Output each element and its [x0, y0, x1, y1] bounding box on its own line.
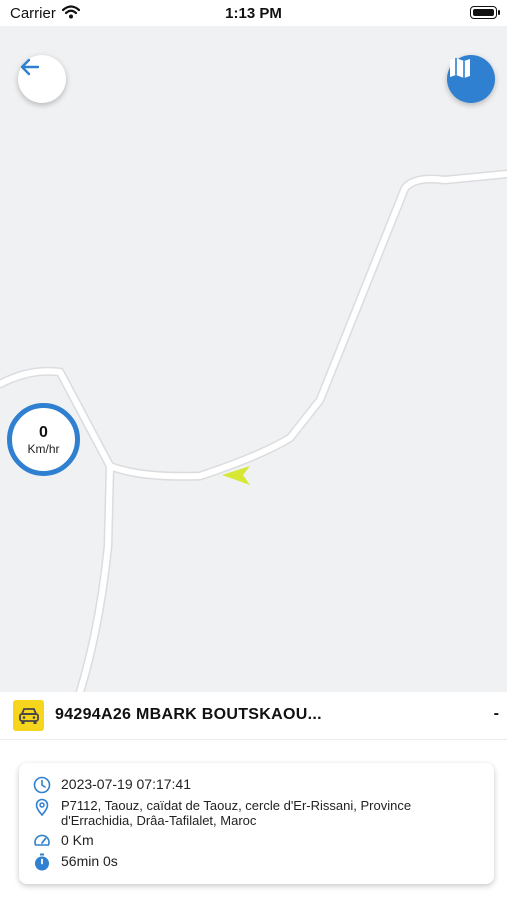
distance-row: 0 Km [33, 832, 94, 850]
trip-duration: 56min 0s [61, 853, 118, 869]
vehicle-name: 94294A26 MBARK BOUTSKAOU... [55, 706, 322, 723]
vehicle-header[interactable]: 94294A26 MBARK BOUTSKAOU... - [0, 692, 507, 740]
car-icon [13, 700, 44, 731]
clock-icon [33, 776, 51, 794]
trip-distance: 0 Km [61, 832, 94, 848]
back-button[interactable] [18, 55, 66, 103]
trip-datetime: 2023-07-19 07:17:41 [61, 776, 191, 792]
speed-gauge: 0 Km/hr [7, 403, 80, 476]
trip-address: P7112, Taouz, caïdat de Taouz, cercle d'… [61, 798, 412, 828]
address-row: P7112, Taouz, caïdat de Taouz, cercle d'… [33, 798, 481, 828]
map-type-button[interactable] [447, 55, 495, 103]
speed-unit: Km/hr [27, 441, 60, 456]
trip-details-card: 2023-07-19 07:17:41 P7112, Taouz, caïdat… [19, 763, 494, 884]
speed-value: 0 [39, 423, 48, 441]
stopwatch-icon [33, 853, 51, 871]
trip-info-area: 2023-07-19 07:17:41 P7112, Taouz, caïdat… [0, 740, 507, 900]
duration-row: 56min 0s [33, 853, 118, 871]
datetime-row: 2023-07-19 07:17:41 [33, 776, 191, 794]
battery-icon [470, 6, 500, 19]
speedometer-icon [33, 832, 51, 850]
status-bar: Carrier 1:13 PM [0, 0, 507, 26]
map-view[interactable]: 0 Km/hr [0, 26, 507, 692]
location-pin-icon [33, 798, 51, 817]
vehicle-status-dash: - [493, 705, 499, 722]
road-network [0, 169, 507, 692]
clock-time: 1:13 PM [225, 5, 282, 22]
